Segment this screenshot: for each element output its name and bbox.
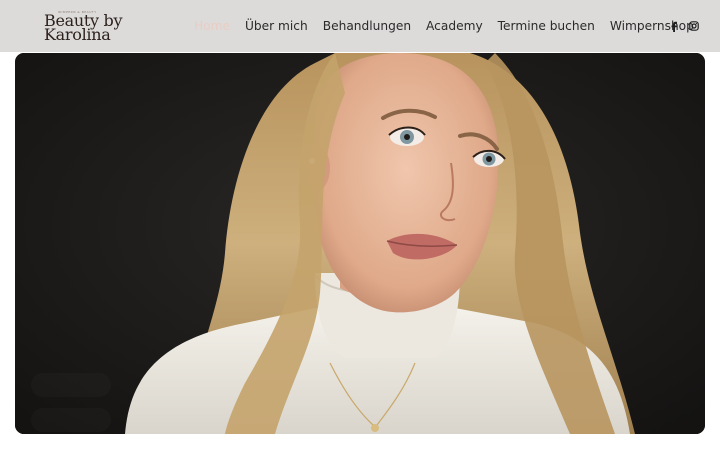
facebook-icon[interactable] <box>667 19 681 33</box>
nav-item-academy[interactable]: Academy <box>426 17 483 35</box>
main-navigation: Home Über mich Behandlungen Academy Term… <box>194 17 709 35</box>
nav-item-termine-buchen[interactable]: Termine buchen <box>498 17 595 35</box>
nav-item-behandlungen[interactable]: Behandlungen <box>323 17 411 35</box>
hero-primary-button[interactable] <box>31 373 111 397</box>
nav-item-home[interactable]: Home <box>194 17 230 35</box>
hero-portrait-image <box>15 53 705 434</box>
hero-secondary-button[interactable] <box>31 408 111 432</box>
nav-item-ueber-mich[interactable]: Über mich <box>245 17 308 35</box>
instagram-icon[interactable] <box>687 19 701 33</box>
hero-banner <box>15 53 705 434</box>
site-header: WIMPERN & BEAUTY Beauty by Karolina Home… <box>0 0 720 52</box>
logo-text-line2: Karolina <box>44 25 111 44</box>
nav-item-wimpernshop[interactable]: Wimpernshop <box>610 17 694 35</box>
brand-logo[interactable]: WIMPERN & BEAUTY Beauty by Karolina <box>44 10 134 44</box>
